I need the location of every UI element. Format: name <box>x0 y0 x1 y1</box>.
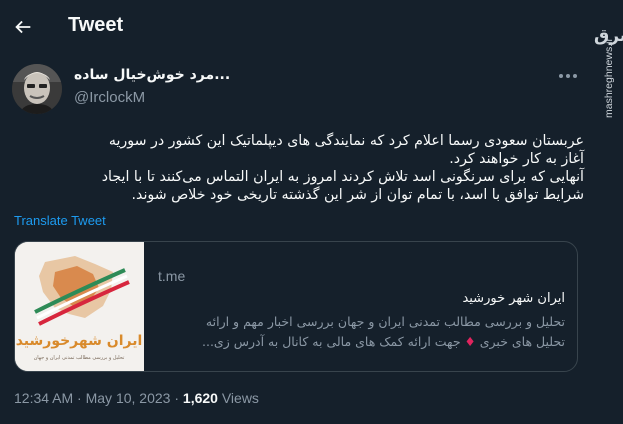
views-count[interactable]: 1,620 <box>183 390 218 406</box>
meta-separator: · <box>170 390 183 406</box>
tweet-date[interactable]: May 10, 2023 <box>86 390 171 406</box>
card-thumbnail-image: ایران شهرخورشید تحلیل و بررسی مطالب تمدن… <box>15 242 144 371</box>
tweet-line: آنهایی که برای سرنگونی اسد تلاش کردند ام… <box>101 169 584 185</box>
watermark-url: mashreghnews.ir <box>603 38 615 118</box>
page-title: Tweet <box>68 14 124 36</box>
author-name[interactable]: مرد خوش‌خیال ساده... <box>74 67 230 83</box>
tweet-meta: 12:34 AM · May 10, 2023 · 1,620 Views <box>14 390 259 406</box>
card-desc-line: تحلیل و بررسی مطالب تمدنی ایران و جهان ب… <box>205 314 565 329</box>
tweet-line: عربستان سعودی رسما اعلام کرد که نمایندگی… <box>108 133 584 149</box>
translate-tweet-link[interactable]: Translate Tweet <box>14 213 106 228</box>
tweet-text: عربستان سعودی رسما اعلام کرد که نمایندگی… <box>14 132 584 204</box>
author-avatar[interactable] <box>12 64 62 114</box>
more-options-icon[interactable] <box>556 66 580 86</box>
card-description: تحلیل و بررسی مطالب تمدنی ایران و جهان ب… <box>155 312 565 352</box>
tweet-header: Tweet <box>0 0 623 54</box>
tweet-time[interactable]: 12:34 AM <box>14 390 73 406</box>
card-desc-part: جهت ارائه کمک های مالی به کانال به آدرس … <box>202 334 461 349</box>
link-preview-card[interactable]: ایران شهرخورشید تحلیل و بررسی مطالب تمدن… <box>14 241 578 372</box>
card-title: ایران شهر خورشید <box>462 291 565 306</box>
avatar-photo <box>12 64 62 114</box>
card-desc-part: تحلیل های خبری <box>479 334 565 349</box>
back-arrow-icon[interactable] <box>12 16 34 38</box>
card-desc-line: تحلیل های خبری ♦ جهت ارائه کمک های مالی … <box>155 332 565 352</box>
red-diamond-icon: ♦ <box>464 334 476 349</box>
meta-separator: · <box>73 390 86 406</box>
author-handle[interactable]: @IrclockM <box>74 89 145 106</box>
thumb-title: ایران شهرخورشید <box>16 333 143 349</box>
tweet-line: شرایط توافق با اسد، با تمام توان از شر ا… <box>131 187 585 203</box>
thumb-subtitle: تحلیل و بررسی مطالب تمدنی ایران و جهان <box>34 355 125 361</box>
card-thumbnail: ایران شهرخورشید تحلیل و بررسی مطالب تمدن… <box>15 242 144 371</box>
tweet-line: آغاز به کار خواهند کرد. <box>449 151 584 167</box>
card-domain: t.me <box>158 268 186 284</box>
views-label: Views <box>217 390 259 406</box>
